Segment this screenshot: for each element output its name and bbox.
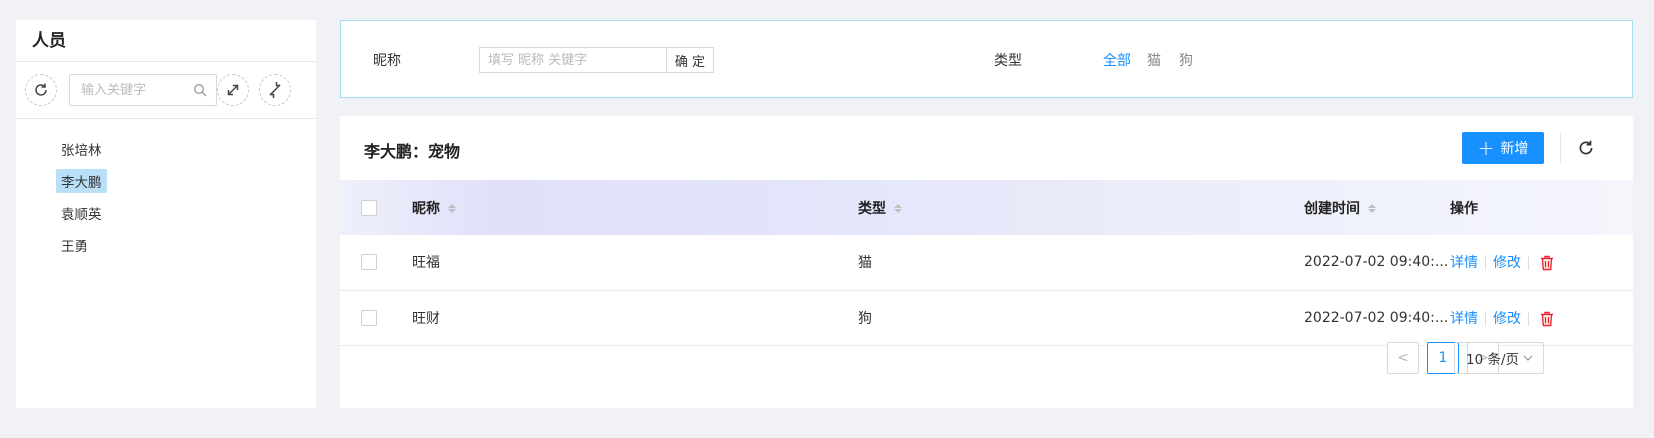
detail-link[interactable]: 详情 (1450, 311, 1478, 327)
cell-type: 猫 (858, 255, 872, 272)
people-panel-title: 人员 (16, 20, 316, 62)
type-filter-label: 类型 (994, 53, 1022, 69)
table-row: 旺福 猫 2022-07-02 09:40:... 详情 修改 (340, 235, 1633, 290)
divider (1528, 311, 1529, 326)
cell-type: 狗 (858, 310, 872, 327)
reload-icon (35, 83, 47, 96)
table-row: 旺财 狗 2022-07-02 09:40:... 详情 修改 (340, 290, 1633, 345)
divider (1528, 256, 1529, 271)
collapse-icon (269, 82, 281, 98)
row-checkbox[interactable] (361, 309, 377, 326)
people-toolbar (16, 62, 316, 119)
tree-item-person[interactable]: 袁顺英 (56, 197, 316, 229)
filter-panel: 昵称 确 定 类型 全部 猫 狗 (340, 20, 1633, 98)
select-all-checkbox[interactable] (361, 199, 377, 216)
people-search-input[interactable] (70, 75, 188, 105)
sort-icon[interactable] (448, 204, 456, 213)
tree-item-label: 李大鹏 (56, 169, 107, 193)
tree-item-label: 王勇 (61, 239, 88, 255)
type-option-all[interactable]: 全部 (1103, 50, 1131, 70)
refresh-button[interactable] (1576, 138, 1596, 158)
column-header-actions: 操作 (1450, 200, 1478, 217)
type-option-cat[interactable]: 猫 (1147, 50, 1161, 70)
divider (1485, 256, 1486, 271)
column-header-nickname: 昵称 (412, 200, 440, 217)
cell-created: 2022-07-02 09:40:... (1304, 309, 1449, 326)
cell-nickname: 旺福 (412, 255, 440, 272)
page-size-select[interactable]: 10 条/页 (1454, 342, 1544, 374)
search-icon[interactable] (193, 83, 207, 97)
column-header-created: 创建时间 (1304, 200, 1360, 217)
sort-icon[interactable] (1368, 204, 1376, 213)
page-size-value: 10 条/页 (1466, 352, 1520, 368)
refresh-icon (1579, 140, 1593, 155)
tree-item-person[interactable]: 张培林 (56, 133, 316, 165)
nickname-filter-label: 昵称 (373, 53, 401, 69)
tree-item-person[interactable]: 王勇 (56, 229, 316, 261)
sort-icon[interactable] (894, 204, 902, 213)
column-header-type: 类型 (858, 200, 886, 217)
add-button[interactable]: + 新增 (1462, 132, 1544, 164)
tree-item-person-selected[interactable]: 李大鹏 (56, 165, 316, 197)
add-button-label: 新增 (1500, 141, 1529, 157)
chevron-down-icon (1523, 355, 1533, 361)
cell-nickname: 旺财 (412, 310, 440, 327)
collapse-all-button[interactable] (259, 74, 291, 106)
divider (1560, 132, 1561, 164)
expand-all-button[interactable] (217, 74, 249, 106)
table-header-row: 昵称 类型 创建时间 操作 (340, 180, 1633, 235)
pets-table: 昵称 类型 创建时间 操作 旺福 猫 2022-07-02 09:40:... … (340, 180, 1633, 346)
confirm-button[interactable]: 确 定 (666, 47, 714, 73)
page-title: 李大鹏：宠物 (364, 142, 461, 161)
people-panel: 人员 张培林 李大鹏 袁顺英 王勇 (16, 20, 316, 408)
pets-panel: 李大鹏：宠物 + 新增 昵称 类型 创建时间 操作 旺福 猫 2022-07-0… (340, 116, 1633, 408)
edit-link[interactable]: 修改 (1493, 255, 1521, 271)
tree-item-label: 张培林 (61, 143, 102, 159)
prev-page-button[interactable]: < (1387, 342, 1419, 374)
row-checkbox[interactable] (361, 254, 377, 271)
delete-icon[interactable] (1540, 311, 1554, 327)
people-search (69, 74, 217, 106)
cell-created: 2022-07-02 09:40:... (1304, 254, 1449, 271)
nickname-filter-input[interactable] (479, 47, 666, 73)
tree-item-label: 袁顺英 (61, 207, 102, 223)
divider (1485, 311, 1486, 326)
reload-button[interactable] (25, 74, 57, 106)
edit-link[interactable]: 修改 (1493, 311, 1521, 327)
detail-link[interactable]: 详情 (1450, 255, 1478, 271)
expand-icon (227, 84, 239, 96)
type-option-dog[interactable]: 狗 (1179, 50, 1193, 70)
plus-icon: + (1477, 136, 1495, 160)
people-tree: 张培林 李大鹏 袁顺英 王勇 (16, 119, 316, 261)
delete-icon[interactable] (1540, 255, 1554, 271)
